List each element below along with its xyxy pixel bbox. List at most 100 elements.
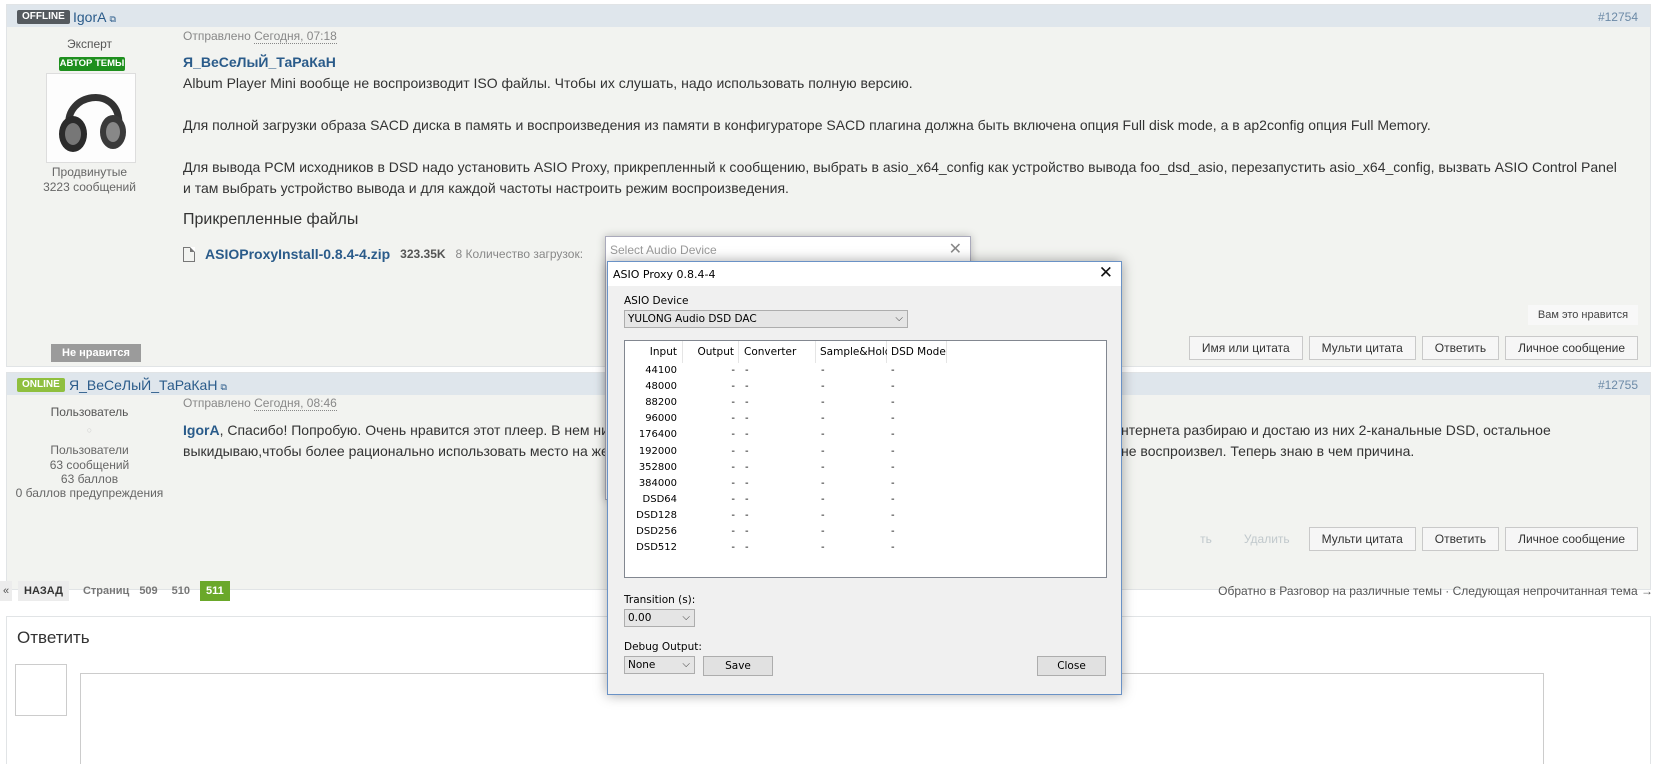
table-row[interactable]: 88200- - - - xyxy=(625,397,1106,413)
table-cell: - xyxy=(891,381,895,393)
author-name[interactable]: Я_ВеСеЛыЙ_ТаРаКаН xyxy=(69,377,217,393)
author-link[interactable]: Я_ВеСеЛыЙ_ТаРаКаН ⧉ xyxy=(69,377,227,393)
page-link[interactable]: 509 xyxy=(135,585,161,597)
table-cell: 384000 xyxy=(638,477,677,489)
reply-title: Ответить xyxy=(17,628,90,647)
message-line: выкидываю,чтобы более рационально исполь… xyxy=(183,443,629,459)
attachment-size: 323.35K xyxy=(400,247,446,261)
table-cell: 192000 xyxy=(638,445,677,457)
column-header-input[interactable]: Input xyxy=(625,341,683,363)
table-cell: - xyxy=(821,397,825,409)
debug-output-select[interactable]: None ⌵ xyxy=(624,656,695,674)
table-row[interactable]: DSD128- - - - xyxy=(625,510,1106,526)
table-cell: - xyxy=(891,429,895,441)
like-status[interactable]: Вам это нравится xyxy=(1528,305,1638,325)
sent-label: Отправлено xyxy=(183,29,251,43)
multi-quote-button[interactable]: Мульти цитата xyxy=(1308,336,1416,360)
chevron-down-icon: ⌵ xyxy=(895,313,903,324)
private-message-button[interactable]: Личное сообщение xyxy=(1505,527,1638,551)
attachment-row: ASIOProxyInstall-0.8.4-4.zip 323.35K 8 К… xyxy=(183,246,583,262)
table-cell: - xyxy=(821,477,825,489)
multi-quote-button[interactable]: Мульти цитата xyxy=(1308,527,1416,551)
post-actions: ть Удалить Мульти цитата Ответить Личное… xyxy=(1187,527,1638,551)
page-link[interactable]: 510 xyxy=(168,585,194,597)
table-cell: - xyxy=(821,429,825,441)
table-row[interactable]: DSD512- - - - xyxy=(625,542,1106,558)
sent-time[interactable]: Сегодня, 07:18 xyxy=(254,29,337,44)
post-number[interactable]: #12754 xyxy=(1598,10,1638,24)
reply-button[interactable]: Ответить xyxy=(1421,336,1500,360)
column-header-converter[interactable]: Converter xyxy=(739,341,816,363)
user-group: Пользователи xyxy=(50,443,129,457)
asio-device-label: ASIO Device xyxy=(624,295,689,307)
reply-button[interactable]: Ответить xyxy=(1421,527,1500,551)
post-date: Отправлено Сегодня, 07:18 xyxy=(183,29,337,44)
avatar[interactable] xyxy=(46,73,136,163)
chevron-down-icon: ⌵ xyxy=(682,612,690,623)
user-group: Продвинутые xyxy=(51,165,128,179)
quote-name-button[interactable]: Имя или цитата xyxy=(1188,336,1303,360)
mention-link[interactable]: IgorA xyxy=(183,422,220,438)
hide-button[interactable]: ть xyxy=(1187,527,1225,551)
table-cell: - xyxy=(821,542,825,554)
online-badge: ONLINE xyxy=(17,378,65,392)
external-link-icon[interactable]: ⧉ xyxy=(220,382,226,392)
table-row[interactable]: DSD64- - - - xyxy=(625,494,1106,510)
save-button[interactable]: Save xyxy=(703,656,773,676)
table-row[interactable]: 352800- - - - xyxy=(625,462,1106,478)
external-link-icon[interactable]: ⧉ xyxy=(109,14,115,24)
dislike-button[interactable]: Не нравится xyxy=(51,344,141,362)
table-cell: - xyxy=(745,493,749,505)
private-message-button[interactable]: Личное сообщение xyxy=(1505,336,1638,360)
back-button[interactable]: НАЗАД xyxy=(18,581,69,601)
table-cell: - xyxy=(821,365,825,376)
asio-device-select[interactable]: YULONG Audio DSD DAC ⌵ xyxy=(624,310,908,328)
close-icon[interactable]: ✕ xyxy=(1099,263,1113,283)
post-header: OFFLINE IgorA ⧉ #12754 xyxy=(7,5,1650,27)
transition-select[interactable]: 0.00 ⌵ xyxy=(624,609,695,627)
dialog-titlebar[interactable]: ASIO Proxy 0.8.4-4 ✕ xyxy=(608,262,1121,286)
sample-rate-table[interactable]: Input Output Converter Sample&Hold DSD M… xyxy=(624,340,1107,578)
user-rank: Эксперт xyxy=(66,37,113,51)
column-header-sample-hold[interactable]: Sample&Hold xyxy=(816,341,891,363)
table-cell: - xyxy=(891,526,895,537)
close-button[interactable]: Close xyxy=(1037,656,1106,676)
topic-navigation[interactable]: Обратно в Разговор на различные темы · С… xyxy=(1218,584,1653,598)
table-cell: - xyxy=(821,413,825,425)
table-row[interactable]: 192000- - - - xyxy=(625,446,1106,462)
sent-time[interactable]: Сегодня, 08:46 xyxy=(254,396,337,411)
table-cell: - xyxy=(745,413,749,425)
table-row[interactable]: DSD256- - - - xyxy=(625,526,1106,542)
author-name[interactable]: IgorA xyxy=(73,9,106,25)
table-row[interactable]: 384000- - - - xyxy=(625,478,1106,494)
pages-label: Страниц xyxy=(82,585,130,597)
prev-arrow[interactable]: « xyxy=(0,581,12,601)
table-row[interactable]: 96000- - - - xyxy=(625,413,1106,429)
post-number[interactable]: #12755 xyxy=(1598,378,1638,392)
table-row[interactable]: 44100- - - - xyxy=(625,365,1106,381)
table-cell: - xyxy=(821,381,825,393)
quote-author[interactable]: Я_ВеСеЛыЙ_ТаРаКаН xyxy=(183,54,336,70)
attachment-downloads: 8 Количество загрузок: xyxy=(455,247,584,261)
table-cell: - xyxy=(731,461,735,473)
table-cell: - xyxy=(821,445,825,457)
table-cell: - xyxy=(731,477,735,489)
post-date: Отправлено Сегодня, 08:46 xyxy=(183,396,337,411)
table-row[interactable]: 48000- - - - xyxy=(625,381,1106,397)
chevron-down-icon: ⌵ xyxy=(682,659,690,670)
column-header-output[interactable]: Output xyxy=(683,341,739,363)
current-page[interactable]: 511 xyxy=(200,581,230,601)
table-cell: DSD256 xyxy=(636,526,677,537)
delete-button[interactable]: Удалить xyxy=(1231,527,1303,551)
table-cell: - xyxy=(745,461,749,473)
table-cell: - xyxy=(731,445,735,457)
table-cell: - xyxy=(891,493,895,505)
attachment-link[interactable]: ASIOProxyInstall-0.8.4-4.zip xyxy=(205,246,390,262)
table-cell: - xyxy=(891,542,895,554)
column-header-dsd-mode[interactable]: DSD Mode xyxy=(887,341,947,363)
author-link[interactable]: IgorA ⧉ xyxy=(73,9,116,25)
close-icon[interactable]: ✕ xyxy=(949,239,962,259)
headphones-icon xyxy=(47,74,135,162)
table-row[interactable]: 176400- - - - xyxy=(625,429,1106,445)
table-cell: - xyxy=(745,542,749,554)
